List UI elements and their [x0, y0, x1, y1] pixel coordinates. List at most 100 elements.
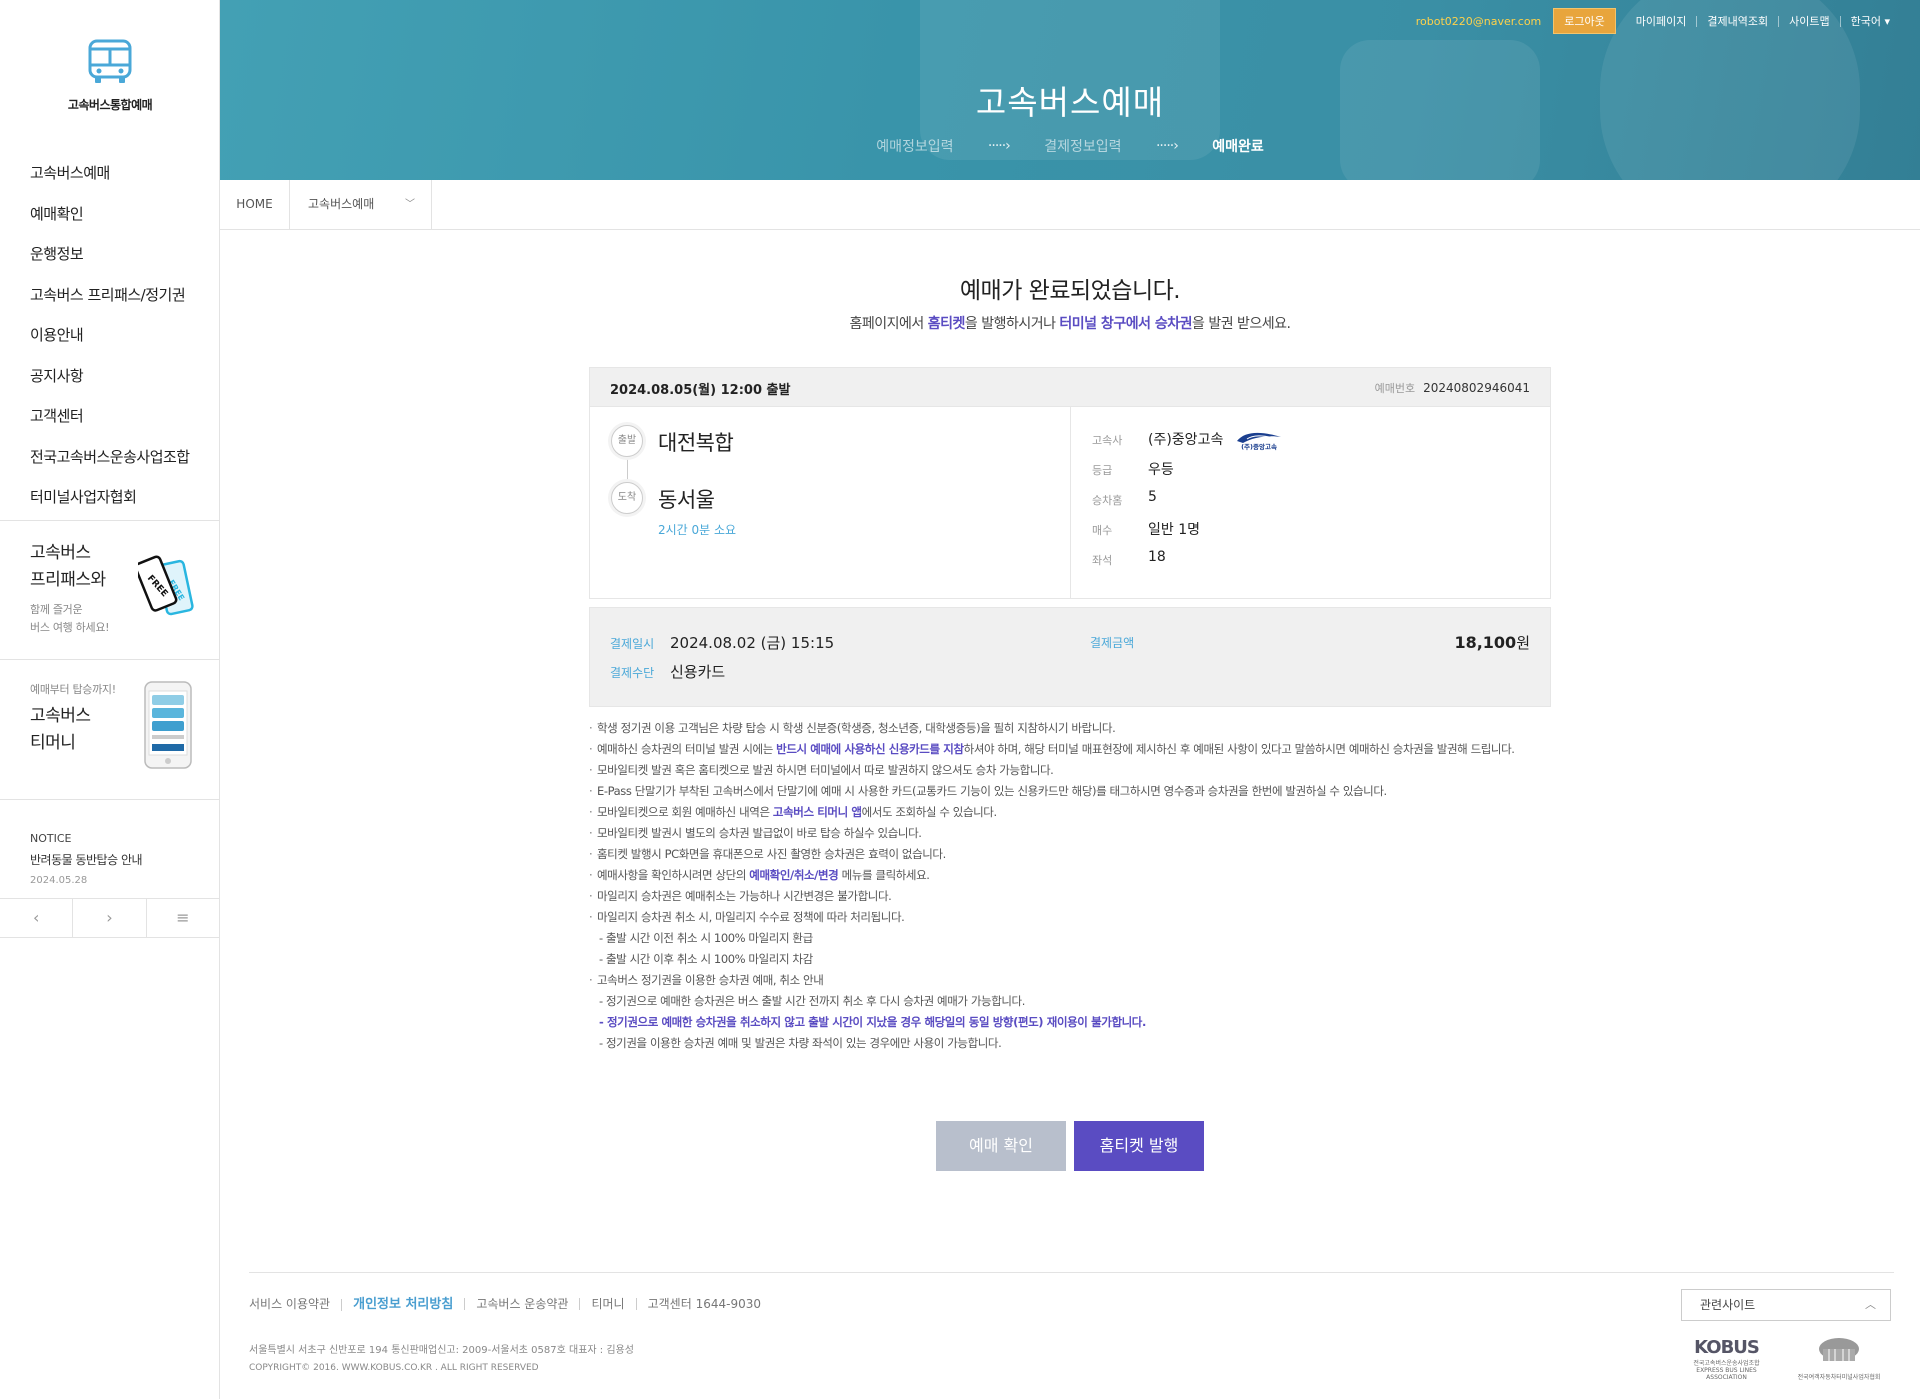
notice-text: 하셔야 하며, 해당 터미널 매표현장에 제시하신 후 예매된 사항이 있다고 … [963, 742, 1515, 756]
footer-link-transport-terms[interactable]: 고속버스 운송약관 [464, 1298, 579, 1310]
free-pass-ticket-icon: FREE FREE [138, 555, 194, 616]
notice-label: NOTICE [30, 832, 72, 845]
sidebar-item-customer-center[interactable]: 고객센터 [0, 398, 220, 439]
notice-emphasis: 예매확인/취소/변경 [749, 868, 839, 882]
payment-amount-value: 18,100 [1454, 633, 1517, 652]
sitemap-link[interactable]: 사이트맵 [1778, 15, 1839, 27]
subtitle-text: 을 발권 받으세요. [1191, 316, 1291, 332]
notice-item: E-Pass 단말기가 부착된 고속버스에서 단말기에 예매 시 사용한 카드(… [589, 782, 1569, 800]
terminal-association-logo[interactable]: 전국여객자동차터미널사업자협회 [1784, 1337, 1894, 1381]
site-logo[interactable]: 고속버스통합예매 [0, 38, 220, 113]
subtitle-highlight-hometicket: 홈티켓 [927, 316, 966, 332]
payment-history-link[interactable]: 결제내역조회 [1696, 15, 1778, 27]
reservation-number-label: 예매번호 [1374, 382, 1416, 395]
footer: 서비스 이용약관 개인정보 처리방침 고속버스 운송약관 티머니 고객센터 1644-9… [249, 1272, 1894, 1381]
notice-item: 예매하신 승차권의 터미널 발권 시에는 반드시 예매에 사용하신 신용카드를 … [589, 740, 1569, 758]
notice-subitem-emphasis: - 정기권으로 예매한 승차권을 취소하지 않고 출발 시간이 지났을 경우 해… [599, 1015, 1146, 1029]
promo-sub-line2: 버스 여행 하세요! [30, 621, 110, 634]
completion-subtitle: 홈페이지에서 홈티켓을 발행하시거나 터미널 창구에서 승차권을 발권 받으세요… [220, 313, 1920, 333]
step-booking-complete: 예매완료 [1212, 139, 1264, 155]
reservation-number-value: 20240802946041 [1423, 381, 1530, 395]
notice-title[interactable]: 반려동물 동반탑승 안내 [30, 851, 143, 868]
divider [1070, 407, 1071, 598]
count-value: 일반 1명 [1148, 522, 1200, 538]
seat-label: 좌석 [1092, 554, 1113, 567]
notice-prev-button[interactable]: ‹ [0, 899, 74, 937]
sidebar-item-bus-booking[interactable]: 고속버스예매 [0, 155, 220, 196]
sidebar-item-guide[interactable]: 이용안내 [0, 317, 220, 358]
grade-value: 우등 [1148, 462, 1174, 478]
svg-text:(주)중앙고속: (주)중앙고속 [1241, 442, 1277, 451]
bus-icon [88, 39, 132, 83]
smartphone-app-icon [144, 681, 192, 769]
sidebar-item-booking-check[interactable]: 예매확인 [0, 196, 220, 237]
footer-link-terms[interactable]: 서비스 이용약관 [249, 1298, 341, 1310]
notice-next-button[interactable]: › [73, 899, 147, 937]
sidebar-item-freepass[interactable]: 고속버스 프리패스/정기권 [0, 277, 220, 318]
related-sites-label: 관련사이트 [1700, 1298, 1756, 1312]
tmoney-promo-title-line1: 고속버스 [30, 706, 91, 726]
notice-text: 모바일티켓으로 회원 예매하신 내역은 [597, 805, 773, 819]
kobus-logo[interactable]: KOBUS 전국고속버스운송사업조합 EXPRESS BUS LINES ASS… [1679, 1337, 1774, 1381]
notice-item: 예매사항을 확인하시려면 상단의 예매확인/취소/변경 메뉴를 클릭하세요. [589, 866, 1569, 884]
organization-logos: KOBUS 전국고속버스운송사업조합 EXPRESS BUS LINES ASS… [1679, 1337, 1894, 1392]
notice-item: 모바일티켓으로 회원 예매하신 내역은 고속버스 티머니 앱에서도 조회하실 수… [589, 803, 1569, 821]
chevron-down-icon: ▾ [1884, 14, 1890, 28]
subtitle-text: 을 발행하시거나 [964, 316, 1060, 332]
arrival-badge: 도착 [611, 482, 643, 514]
page-title: 고속버스예매 [975, 83, 1165, 122]
sidebar-item-schedule[interactable]: 운행정보 [0, 236, 220, 277]
notice-item: 마일리지 승차권은 예매취소는 가능하나 시간변경은 불가합니다. [589, 887, 1569, 905]
footer-address: 서울특별시 서초구 신반포로 194 통신판매업신고: 2009-서울서초 05… [249, 1345, 634, 1356]
language-select[interactable]: 한국어 ▾ [1839, 14, 1900, 28]
payment-method-label: 결제수단 [610, 666, 655, 680]
logout-button[interactable]: 로그아웃 [1553, 8, 1616, 34]
platform-value: 5 [1148, 489, 1157, 505]
notice-subitem: - 정기권으로 예매한 승차권은 버스 출발 시간 전까지 취소 후 다시 승차… [599, 994, 1025, 1008]
notice-subitem: - 정기권을 이용한 승차권 예매 및 발권은 차량 좌석이 있는 경우에만 사… [599, 1036, 1002, 1050]
platform-label: 승차홈 [1092, 494, 1123, 507]
chevron-down-icon: ﹀ [405, 199, 415, 210]
booking-steps: 예매정보입력 ·····› 결제정보입력 ·····› 예매완료 [220, 136, 1920, 156]
notice-text: 메뉴를 클릭하세요. [838, 868, 930, 882]
footer-links: 서비스 이용약관 개인정보 처리방침 고속버스 운송약관 티머니 고객센터 1644-9… [249, 1297, 772, 1311]
language-label: 한국어 [1850, 14, 1881, 28]
kobus-logo-text: KOBUS [1694, 1337, 1760, 1358]
seat-value: 18 [1148, 549, 1166, 565]
trip-duration: 2시간 0분 소요 [658, 523, 737, 537]
breadcrumb-current-label: 고속버스예매 [308, 197, 375, 211]
ticket-header: 2024.08.05(월) 12:00 출발 예매번호 2024080294604… [589, 367, 1551, 407]
kobus-logo-en: EXPRESS BUS LINES ASSOCIATION [1696, 1367, 1757, 1381]
subtitle-highlight-terminal: 터미널 창구에서 승차권 [1059, 316, 1192, 332]
step-payment-info: 결제정보입력 [1044, 139, 1122, 155]
step-booking-info: 예매정보입력 [876, 139, 954, 155]
departure-badge: 출발 [611, 425, 643, 457]
payment-amount: 18,100원 [1454, 632, 1530, 653]
notice-text: 예매사항을 확인하시려면 상단의 [597, 868, 750, 882]
footer-link-privacy[interactable]: 개인정보 처리방침 [341, 1298, 464, 1311]
footer-link-customer-center[interactable]: 고객센터 1644-9030 [635, 1298, 772, 1310]
footer-link-tmoney[interactable]: 티머니 [579, 1298, 635, 1310]
mypage-link[interactable]: 마이페이지 [1626, 16, 1697, 27]
sidebar-item-notice[interactable]: 공지사항 [0, 358, 220, 399]
notice-list-button[interactable]: ≡ [147, 899, 219, 937]
breadcrumb-home[interactable]: HOME [220, 180, 290, 229]
sidebar-item-bus-association[interactable]: 전국고속버스운송사업조합 [0, 439, 220, 480]
grade-label: 등급 [1092, 464, 1113, 477]
header-banner: robot0220@naver.com 로그아웃 마이페이지 결제내역조회 사이… [220, 0, 1920, 180]
step-arrow-icon: ·····› [987, 138, 1011, 154]
terminal-association-name: 전국여객자동차터미널사업자협회 [1797, 1374, 1881, 1381]
notice-item: 고속버스 정기권을 이용한 승차권 예매, 취소 안내 [589, 971, 1569, 989]
sidebar-item-terminal-association[interactable]: 터미널사업자협회 [0, 479, 220, 520]
promo-sub-line1: 함께 즐거운 [30, 603, 83, 616]
notice-text: 예매하신 승차권의 터미널 발권 시에는 [597, 742, 777, 756]
divider [0, 799, 219, 800]
sidebar-menu: 고속버스예매 예매확인 운행정보 고속버스 프리패스/정기권 이용안내 공지사항… [0, 155, 220, 520]
breadcrumb-current[interactable]: 고속버스예매 ﹀ [290, 180, 432, 229]
booking-confirm-button[interactable]: 예매 확인 [936, 1121, 1066, 1171]
payment-summary: 결제일시 2024.08.02 (금) 15:15 결제수단 신용카드 결제금액… [589, 607, 1551, 707]
home-ticket-issue-button[interactable]: 홈티켓 발행 [1074, 1121, 1204, 1171]
notice-date: 2024.05.28 [30, 875, 88, 886]
notice-emphasis: 반드시 예매에 사용하신 신용카드를 지참 [776, 742, 964, 756]
related-sites-select[interactable]: 관련사이트 ︿ [1681, 1289, 1891, 1321]
